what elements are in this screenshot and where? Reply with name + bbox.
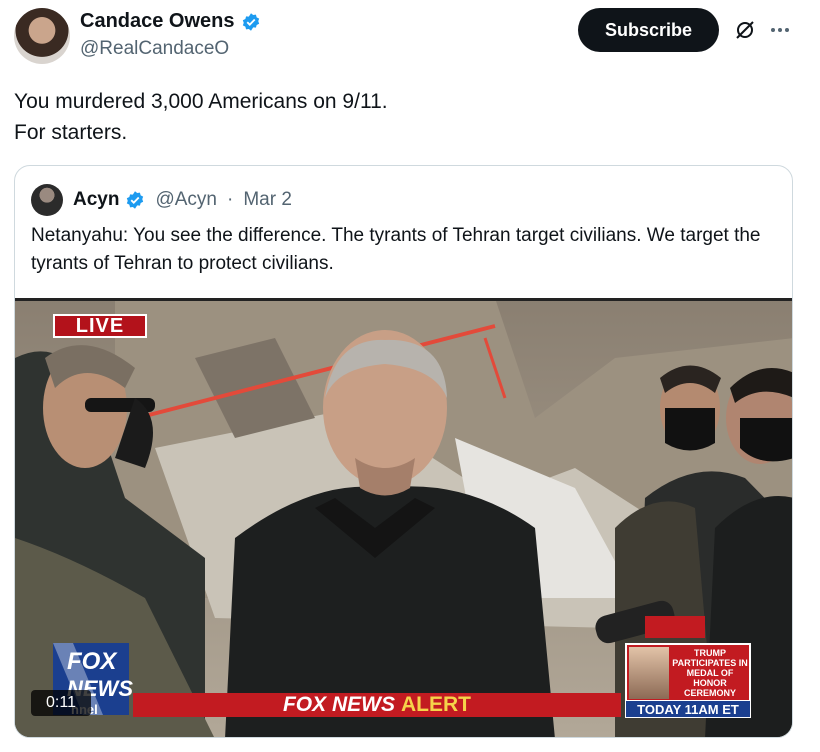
quoted-handle: @Acyn [155, 189, 217, 210]
quoted-text: Netanyahu: You see the difference. The t… [31, 225, 761, 274]
news-alert-bar: FOX NEWS ALERT [133, 693, 621, 717]
live-badge: LIVE [53, 314, 147, 338]
promo-portrait [629, 647, 669, 699]
tweet-line-2: For starters. [14, 121, 128, 144]
video-duration: 0:11 [31, 690, 91, 716]
quoted-tweet[interactable]: Acyn @Acyn · Mar 2 Netanyahu: You see th… [14, 165, 793, 738]
alert-word: ALERT [401, 693, 471, 716]
tweet-line-1: You murdered 3,000 Americans on 9/11. [14, 90, 388, 113]
author-display-name[interactable]: Candace Owens [80, 10, 235, 33]
alert-prefix: FOX NEWS [282, 693, 395, 716]
verified-badge-icon [127, 191, 144, 209]
promo-line-4: CEREMONY [683, 688, 736, 698]
quoted-header: Acyn @Acyn · Mar 2 [31, 184, 292, 216]
grok-icon[interactable] [733, 18, 757, 42]
verified-badge-icon [242, 12, 259, 31]
quoted-date: Mar 2 [243, 189, 292, 210]
promo-line-2: PARTICIPATES IN [672, 658, 748, 668]
more-icon[interactable] [768, 18, 792, 42]
fox-logo-line-1: FOX [67, 648, 117, 675]
tweet-text: You murdered 3,000 Americans on 9/11. Fo… [14, 86, 794, 148]
author-avatar[interactable] [14, 8, 70, 64]
subscribe-button[interactable]: Subscribe [578, 8, 719, 52]
quoted-separator: · [227, 189, 234, 210]
promo-line-3: MEDAL OF HONOR [686, 668, 734, 688]
author-name-row: Candace Owens [80, 10, 261, 33]
quoted-avatar [31, 184, 63, 216]
video-player[interactable]: LIVE FOX NEWS nnel FOX NEWS ALERT TRUMP … [15, 298, 792, 737]
promo-time: TODAY 11AM ET [625, 700, 751, 718]
promo-line-1: TRUMP [694, 648, 726, 658]
quoted-display-name: Acyn [73, 189, 120, 210]
promo-text: TRUMP PARTICIPATES IN MEDAL OF HONOR CER… [671, 648, 749, 698]
author-handle[interactable]: @RealCandaceO [80, 38, 229, 60]
